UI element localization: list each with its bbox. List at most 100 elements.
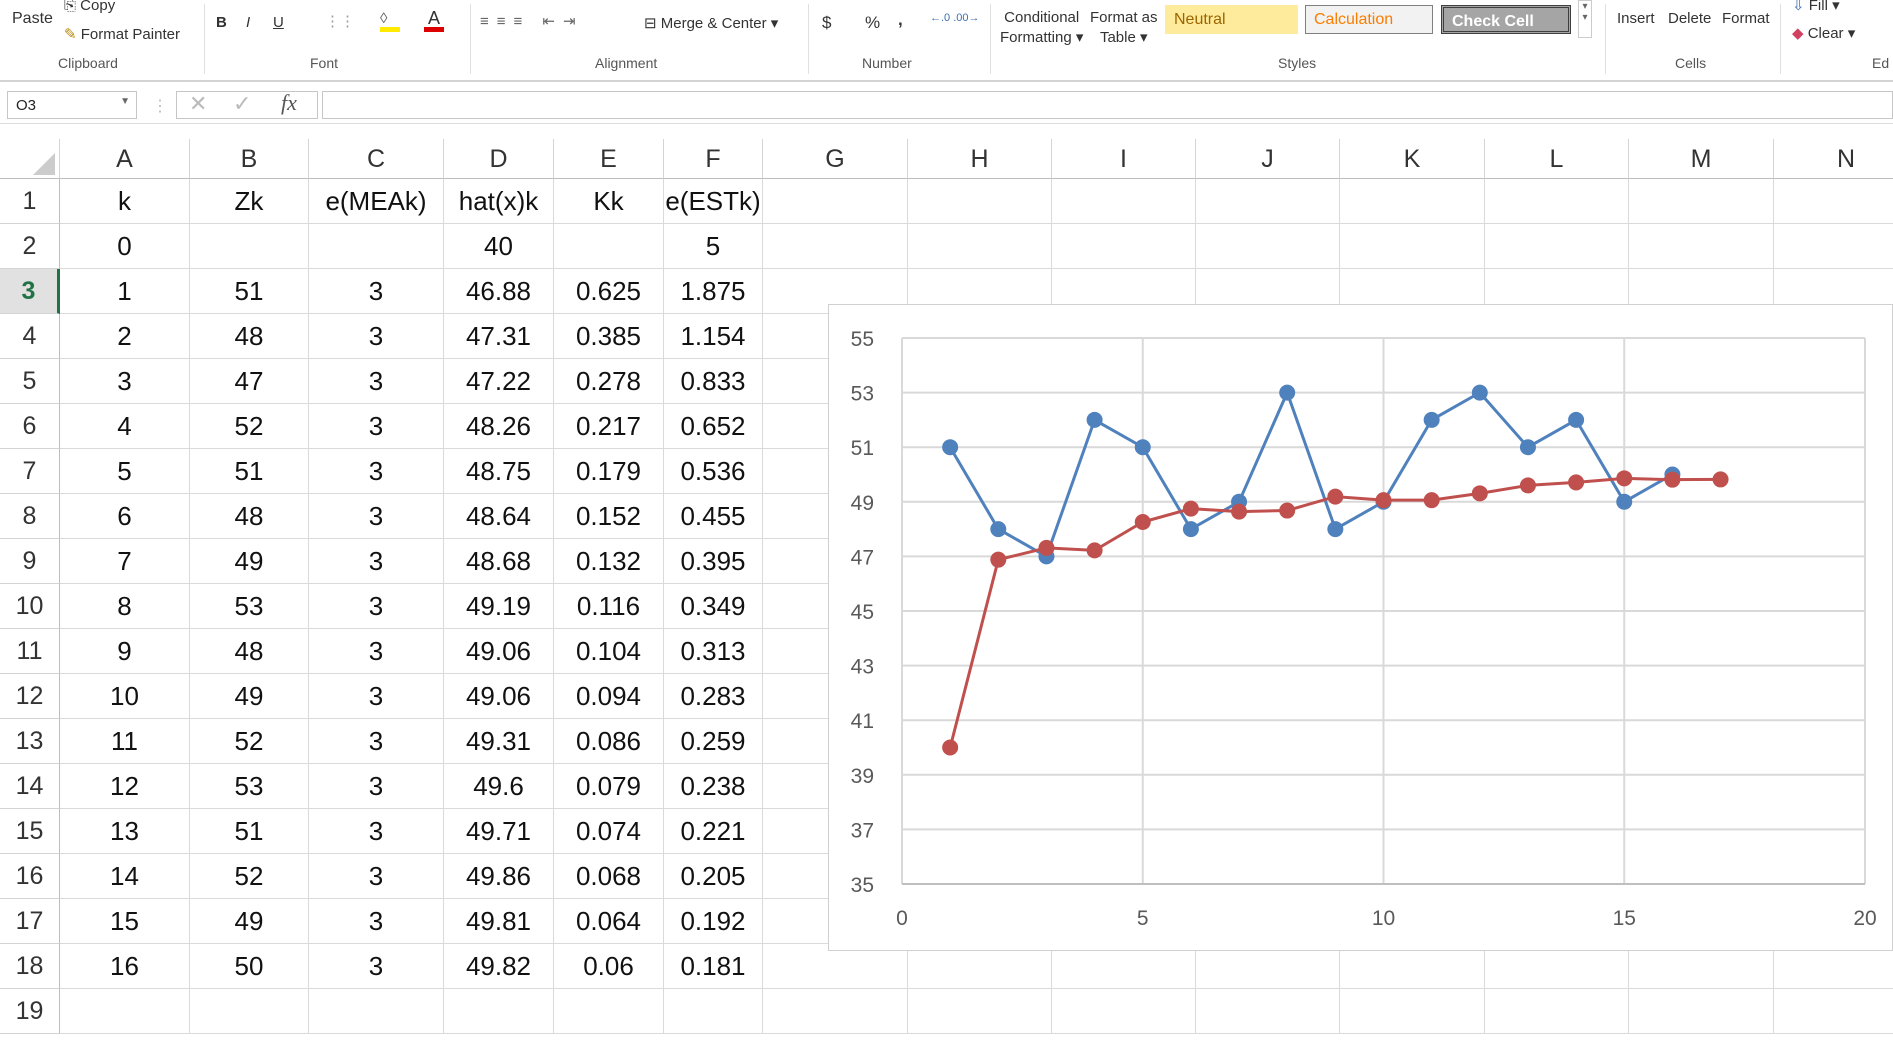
cell-B7[interactable]: 51 — [190, 449, 309, 494]
cell-D2[interactable]: 40 — [444, 224, 554, 269]
column-header-B[interactable]: B — [190, 139, 309, 179]
style-calculation[interactable]: Calculation — [1305, 5, 1433, 34]
column-header-L[interactable]: L — [1485, 139, 1629, 179]
cell-J2[interactable] — [1196, 224, 1340, 269]
copy-button[interactable]: ⎘ Copy — [64, 0, 115, 14]
cell-E13[interactable]: 0.086 — [554, 719, 664, 764]
cell-A17[interactable]: 15 — [60, 899, 190, 944]
cell-E16[interactable]: 0.068 — [554, 854, 664, 899]
cell-A10[interactable]: 8 — [60, 584, 190, 629]
style-neutral[interactable]: Neutral — [1165, 5, 1298, 34]
cell-F19[interactable] — [664, 989, 763, 1034]
cell-H2[interactable] — [908, 224, 1052, 269]
cell-M2[interactable] — [1629, 224, 1774, 269]
cell-F6[interactable]: 0.652 — [664, 404, 763, 449]
enter-icon[interactable]: ✓ — [233, 91, 251, 117]
row-header-5[interactable]: 5 — [0, 359, 60, 404]
row-header-11[interactable]: 11 — [0, 629, 60, 674]
name-box[interactable]: O3 ▼ — [7, 91, 137, 119]
cell-C17[interactable]: 3 — [309, 899, 444, 944]
line-chart[interactable]: 35 37 39 41 43 45 47 49 51 53 55 0 5 10 15 20 — [828, 304, 1893, 951]
cell-B3[interactable]: 51 — [190, 269, 309, 314]
cell-G19[interactable] — [763, 989, 908, 1034]
cell-A19[interactable] — [60, 989, 190, 1034]
cell-G1[interactable] — [763, 179, 908, 224]
cell-A6[interactable]: 4 — [60, 404, 190, 449]
cell-A4[interactable]: 2 — [60, 314, 190, 359]
cell-D14[interactable]: 49.6 — [444, 764, 554, 809]
cell-L1[interactable] — [1485, 179, 1629, 224]
cell-C12[interactable]: 3 — [309, 674, 444, 719]
cell-A3[interactable]: 1 — [60, 269, 190, 314]
cell-F10[interactable]: 0.349 — [664, 584, 763, 629]
cell-A13[interactable]: 11 — [60, 719, 190, 764]
format-as-table-button[interactable]: Format as Table ▾ — [1090, 8, 1158, 48]
cell-E10[interactable]: 0.116 — [554, 584, 664, 629]
cell-B9[interactable]: 49 — [190, 539, 309, 584]
paste-button[interactable]: Paste — [12, 10, 53, 28]
cell-A18[interactable]: 16 — [60, 944, 190, 989]
row-header-12[interactable]: 12 — [0, 674, 60, 719]
cell-E1[interactable]: Kk — [554, 179, 664, 224]
cell-A16[interactable]: 14 — [60, 854, 190, 899]
fill-color-icon[interactable]: ◊ — [380, 10, 400, 32]
cell-D6[interactable]: 48.26 — [444, 404, 554, 449]
cell-C18[interactable]: 3 — [309, 944, 444, 989]
percent-button[interactable]: % — [865, 13, 880, 33]
cell-D16[interactable]: 49.86 — [444, 854, 554, 899]
cell-B5[interactable]: 47 — [190, 359, 309, 404]
cell-C13[interactable]: 3 — [309, 719, 444, 764]
cell-B10[interactable]: 53 — [190, 584, 309, 629]
cell-D15[interactable]: 49.71 — [444, 809, 554, 854]
cell-C4[interactable]: 3 — [309, 314, 444, 359]
cell-B4[interactable]: 48 — [190, 314, 309, 359]
cell-B18[interactable]: 50 — [190, 944, 309, 989]
cell-B19[interactable] — [190, 989, 309, 1034]
cell-F2[interactable]: 5 — [664, 224, 763, 269]
column-header-F[interactable]: F — [664, 139, 763, 179]
cell-C1[interactable]: e(MEAk) — [309, 179, 444, 224]
cell-K1[interactable] — [1340, 179, 1485, 224]
currency-button[interactable]: $ — [822, 13, 831, 33]
cell-N1[interactable] — [1774, 179, 1893, 224]
cell-B11[interactable]: 48 — [190, 629, 309, 674]
decimal-icons[interactable]: ←.0 .00→ — [930, 12, 980, 24]
cell-D5[interactable]: 47.22 — [444, 359, 554, 404]
cell-D4[interactable]: 47.31 — [444, 314, 554, 359]
row-header-3[interactable]: 3 — [0, 269, 60, 314]
cell-F15[interactable]: 0.221 — [664, 809, 763, 854]
cell-D10[interactable]: 49.19 — [444, 584, 554, 629]
cell-E14[interactable]: 0.079 — [554, 764, 664, 809]
cell-L2[interactable] — [1485, 224, 1629, 269]
cell-J19[interactable] — [1196, 989, 1340, 1034]
format-button[interactable]: Format — [1722, 10, 1770, 27]
cell-E8[interactable]: 0.152 — [554, 494, 664, 539]
cell-C16[interactable]: 3 — [309, 854, 444, 899]
cell-D1[interactable]: hat(x)k — [444, 179, 554, 224]
styles-scroll[interactable]: ▾ ▾ — [1578, 0, 1592, 38]
column-header-N[interactable]: N — [1774, 139, 1893, 179]
cell-J1[interactable] — [1196, 179, 1340, 224]
cell-A12[interactable]: 10 — [60, 674, 190, 719]
column-header-G[interactable]: G — [763, 139, 908, 179]
column-header-M[interactable]: M — [1629, 139, 1774, 179]
column-header-J[interactable]: J — [1196, 139, 1340, 179]
cell-A15[interactable]: 13 — [60, 809, 190, 854]
formula-input[interactable] — [322, 91, 1893, 119]
column-header-E[interactable]: E — [554, 139, 664, 179]
cell-B12[interactable]: 49 — [190, 674, 309, 719]
cell-A8[interactable]: 6 — [60, 494, 190, 539]
insert-button[interactable]: Insert — [1617, 10, 1655, 27]
cell-I19[interactable] — [1052, 989, 1196, 1034]
conditional-formatting-button[interactable]: Conditional Formatting ▾ — [1000, 8, 1083, 48]
cell-N2[interactable] — [1774, 224, 1893, 269]
cell-H19[interactable] — [908, 989, 1052, 1034]
row-header-19[interactable]: 19 — [0, 989, 60, 1034]
row-header-7[interactable]: 7 — [0, 449, 60, 494]
cell-F11[interactable]: 0.313 — [664, 629, 763, 674]
row-header-4[interactable]: 4 — [0, 314, 60, 359]
style-check-cell[interactable]: Check Cell — [1441, 5, 1571, 34]
row-header-6[interactable]: 6 — [0, 404, 60, 449]
fill-button[interactable]: ⇩ Fill ▾ — [1792, 0, 1840, 14]
row-header-13[interactable]: 13 — [0, 719, 60, 764]
